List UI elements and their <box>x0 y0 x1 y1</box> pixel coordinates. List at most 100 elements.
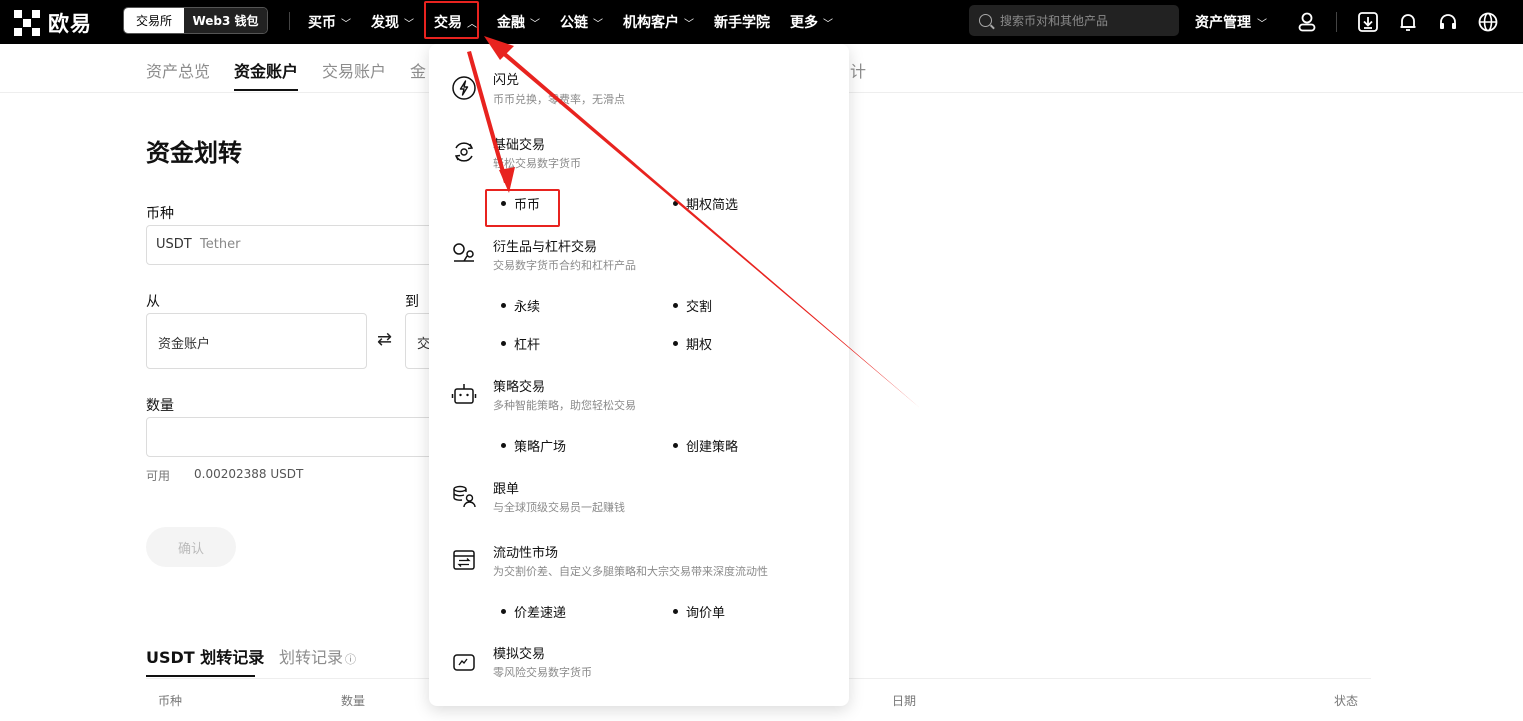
available-label: 可用 <box>146 469 171 483</box>
info-icon: ⓘ <box>345 653 357 666</box>
menu-desc: 交易数字货币合约和杠杆产品 <box>493 259 636 272</box>
robot-icon <box>451 384 477 404</box>
mode-exchange-button[interactable]: 交易所 <box>124 8 184 33</box>
chevron-down-icon: ﹀ <box>1257 18 1267 30</box>
nav-finance[interactable]: 金融 ﹀ <box>487 0 550 44</box>
menu-desc: 币币兑换，零费率，无滑点 <box>493 93 625 106</box>
chevron-down-icon: ﹀ <box>684 18 694 30</box>
menu-title: 跟单 <box>493 482 520 497</box>
from-label: 从 <box>146 294 160 310</box>
search-icon <box>979 14 992 27</box>
nav-chain[interactable]: 公链 ﹀ <box>550 0 613 44</box>
chevron-down-icon: ﹀ <box>593 18 603 30</box>
nav-divider <box>289 12 290 30</box>
mode-web3-button[interactable]: Web3 钱包 <box>184 8 267 33</box>
nav-buy-crypto[interactable]: 买币 ﹀ <box>298 0 361 44</box>
subnav-finance[interactable]: 金 <box>410 58 426 82</box>
submenu-options[interactable]: 期权 <box>673 334 712 353</box>
highlight-spot-item <box>485 189 560 227</box>
menu-desc: 轻松交易数字货币 <box>493 157 581 170</box>
search-box[interactable] <box>969 5 1179 36</box>
derivatives-icon <box>453 243 474 262</box>
currency-label: 币种 <box>146 206 174 222</box>
logo[interactable]: 欧易 <box>14 8 92 38</box>
user-icon[interactable] <box>1296 11 1318 33</box>
menu-desc: 与全球顶级交易员一起赚钱 <box>493 501 625 514</box>
demo-trading-icon <box>453 654 475 671</box>
to-label: 到 <box>405 294 419 310</box>
asset-management-label: 资产管理 <box>1195 15 1251 31</box>
chevron-down-icon: ﹀ <box>341 18 351 30</box>
submenu-perpetual[interactable]: 永续 <box>501 296 540 315</box>
nav-discover[interactable]: 发现 ﹀ <box>361 0 424 44</box>
menu-title: 策略交易 <box>493 380 546 395</box>
nav-label: 金融 <box>497 15 525 31</box>
subnav-stats[interactable]: 计 <box>850 58 866 82</box>
submenu-options-lite[interactable]: 期权简选 <box>673 194 738 213</box>
submenu-rfq[interactable]: 询价单 <box>673 602 725 621</box>
mode-switch: 交易所 Web3 钱包 <box>123 7 268 34</box>
submenu-futures[interactable]: 交割 <box>673 296 712 315</box>
subnav-trading-account[interactable]: 交易账户 <box>322 58 386 82</box>
column-header-amount: 数量 <box>341 694 366 708</box>
nav-label: 买币 <box>308 15 336 31</box>
tab-transfer-records[interactable]: 划转记录 ⓘ <box>279 644 356 668</box>
logo-text: 欧易 <box>48 12 92 36</box>
globe-icon[interactable] <box>1477 11 1499 33</box>
copy-trading-icon <box>453 485 476 508</box>
search-input[interactable] <box>1000 13 1170 28</box>
flash-swap-icon <box>452 76 476 100</box>
nav-label: 更多 <box>790 15 818 31</box>
bell-icon[interactable] <box>1397 11 1419 33</box>
nav-institutional[interactable]: 机构客户 ﹀ <box>613 0 704 44</box>
menu-title: 基础交易 <box>493 138 546 153</box>
column-header-date: 日期 <box>892 694 917 708</box>
submenu-spread-trading[interactable]: 价差速递 <box>501 602 566 621</box>
from-account-value: 资金账户 <box>158 337 211 352</box>
nav-label: 新手学院 <box>714 15 770 31</box>
liquidity-market-icon <box>453 550 475 570</box>
amount-input[interactable] <box>146 417 446 457</box>
tab-label: 划转记录 <box>279 648 344 667</box>
records-tab-indicator <box>146 675 255 677</box>
menu-title: 闪兑 <box>493 73 520 88</box>
confirm-button[interactable]: 确认 <box>146 527 236 567</box>
column-header-status: 状态 <box>1334 694 1359 708</box>
submenu-create-strategy[interactable]: 创建策略 <box>673 436 738 455</box>
nav-label: 公链 <box>560 15 588 31</box>
currency-select[interactable]: USDT Tether <box>146 225 446 265</box>
currency-code: USDT <box>156 237 192 252</box>
nav-more[interactable]: 更多 ﹀ <box>780 0 843 44</box>
download-icon[interactable] <box>1357 11 1379 33</box>
chevron-down-icon: ﹀ <box>823 18 833 30</box>
menu-title: 流动性市场 <box>493 546 559 561</box>
top-navbar: 欧易 交易所 Web3 钱包 买币 ﹀ 发现 ﹀ 交易 ︿ 金融 ﹀ 公链 ﹀ 机构客户 ﹀… <box>0 0 1523 44</box>
headset-icon[interactable] <box>1437 11 1459 33</box>
submenu-strategy-market[interactable]: 策略广场 <box>501 436 566 455</box>
chevron-down-icon: ﹀ <box>530 18 540 30</box>
menu-desc: 为交割价差、自定义多腿策略和大宗交易带来深度流动性 <box>493 565 768 578</box>
amount-label: 数量 <box>146 398 174 414</box>
available-value: 0.00202388 USDT <box>194 467 304 481</box>
menu-desc: 零风险交易数字货币 <box>493 666 592 679</box>
menu-title: 模拟交易 <box>493 647 546 662</box>
nav-label: 发现 <box>371 15 399 31</box>
nav-academy[interactable]: 新手学院 <box>704 0 780 44</box>
asset-management-menu[interactable]: 资产管理 ﹀ <box>1195 0 1267 44</box>
subnav-funding-account[interactable]: 资金账户 <box>234 58 298 82</box>
menu-desc: 多种智能策略，助您轻松交易 <box>493 399 636 412</box>
currency-name: Tether <box>200 237 241 252</box>
tab-usdt-transfer-records[interactable]: USDT 划转记录 <box>146 644 264 668</box>
chevron-down-icon: ﹀ <box>404 18 414 30</box>
submenu-margin[interactable]: 杠杆 <box>501 334 540 353</box>
from-account-select[interactable]: 资金账户 <box>146 313 367 369</box>
page-title: 资金划转 <box>146 139 242 167</box>
swap-icon[interactable]: ⇄ <box>377 329 392 350</box>
subnav-active-indicator <box>234 89 298 91</box>
basic-trading-icon <box>454 142 474 162</box>
menu-title: 衍生品与杠杆交易 <box>493 240 598 255</box>
highlight-trade-nav <box>424 1 479 39</box>
icon-divider <box>1336 12 1337 32</box>
main-nav: 买币 ﹀ 发现 ﹀ 交易 ︿ 金融 ﹀ 公链 ﹀ 机构客户 ﹀ 新手学院 更多 ﹀ <box>298 0 843 44</box>
subnav-overview[interactable]: 资产总览 <box>146 58 210 82</box>
